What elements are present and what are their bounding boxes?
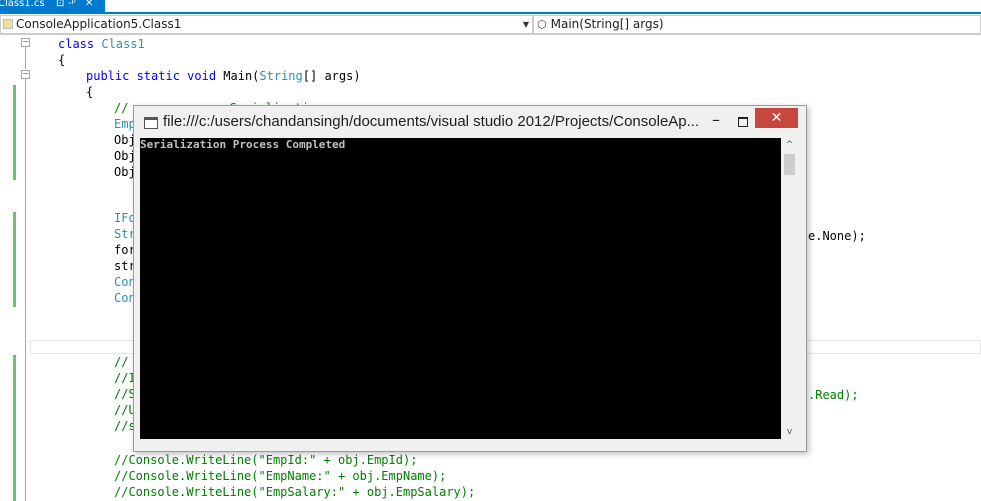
console-output-area[interactable]: Serialization Process Completed (140, 138, 781, 439)
change-marker (13, 212, 16, 307)
change-marker (13, 355, 16, 501)
maximize-icon (738, 117, 748, 127)
vertical-scrollbar[interactable]: ^ v (781, 138, 798, 439)
code-line-fragment[interactable]: e.None); (808, 228, 866, 244)
tab-class1-cs[interactable]: Class1.cs ⊡ -ᵖ ✕ (0, 0, 105, 12)
collapse-toggle[interactable]: − (21, 70, 30, 79)
code-line[interactable]: //Console.WriteLine("EmpId:" + obj.EmpId… (114, 452, 417, 468)
class-icon (3, 19, 13, 29)
chevron-down-icon: ▼ (522, 20, 529, 29)
code-token: //Console.WriteLine("EmpSalary:" + obj.E… (114, 485, 476, 499)
maximize-button[interactable] (732, 112, 754, 132)
class-selector-value: ConsoleApplication5.Class1 (16, 17, 182, 31)
outline-line (25, 47, 26, 69)
code-token: Main( (223, 69, 260, 83)
code-token: public static void (86, 69, 224, 83)
code-line[interactable]: //Console.WriteLine("EmpSalary:" + obj.E… (114, 484, 475, 500)
code-line[interactable]: public static void Main(String[] args) (86, 68, 361, 84)
code-line[interactable]: // (114, 354, 128, 370)
pin-icon[interactable]: ⊡ (56, 0, 64, 9)
minimize-button[interactable]: – (705, 112, 727, 132)
code-token: [] args) (302, 69, 361, 83)
console-window-icon (144, 117, 158, 129)
code-token: e.None); (808, 229, 866, 243)
code-token: // (114, 355, 129, 369)
close-button[interactable]: ✕ (755, 108, 798, 128)
code-token: class (58, 37, 102, 51)
outline-line (25, 79, 26, 501)
code-token: String (259, 69, 303, 83)
method-icon: ⬡ (537, 18, 547, 31)
code-line[interactable]: class Class1 (58, 36, 145, 52)
change-marker (13, 85, 16, 180)
navigation-bar: ConsoleApplication5.Class1 ▼ ⬡ Main(Strin… (0, 14, 981, 35)
code-token: //Console.WriteLine("EmpName:" + obj.Emp… (114, 469, 447, 483)
tab-label: Class1.cs (0, 0, 45, 9)
close-tab-icon[interactable]: ✕ (85, 0, 93, 9)
code-token: //Console.WriteLine("EmpId:" + obj.EmpId… (114, 453, 418, 467)
console-output-text: Serialization Process Completed (140, 138, 346, 151)
dock-icon[interactable]: -ᵖ (68, 0, 76, 9)
member-selector-value: Main(String[] args) (550, 17, 664, 31)
code-line[interactable]: { (86, 84, 93, 100)
console-window[interactable]: file:///c:/users/chandansingh/documents/… (133, 105, 807, 452)
collapse-toggle[interactable]: − (21, 38, 30, 47)
code-token: { (86, 85, 94, 99)
console-title: file:///c:/users/chandansingh/documents/… (163, 113, 700, 130)
class-selector[interactable]: ConsoleApplication5.Class1 ▼ (0, 15, 533, 34)
scroll-down-icon[interactable]: v (781, 425, 798, 439)
code-line-fragment[interactable]: .Read); (808, 387, 859, 403)
code-token: { (58, 53, 66, 67)
code-token: Class1 (101, 37, 145, 51)
member-selector[interactable]: ⬡ Main(String[] args) (533, 15, 981, 34)
scrollbar-thumb[interactable] (784, 154, 795, 175)
scroll-up-icon[interactable]: ^ (781, 138, 798, 152)
code-line[interactable]: //Console.WriteLine("EmpName:" + obj.Emp… (114, 468, 446, 484)
code-token: .Read); (808, 388, 859, 402)
code-line[interactable]: { (58, 52, 65, 68)
document-tab-bar: Class1.cs ⊡ -ᵖ ✕ (0, 0, 981, 14)
